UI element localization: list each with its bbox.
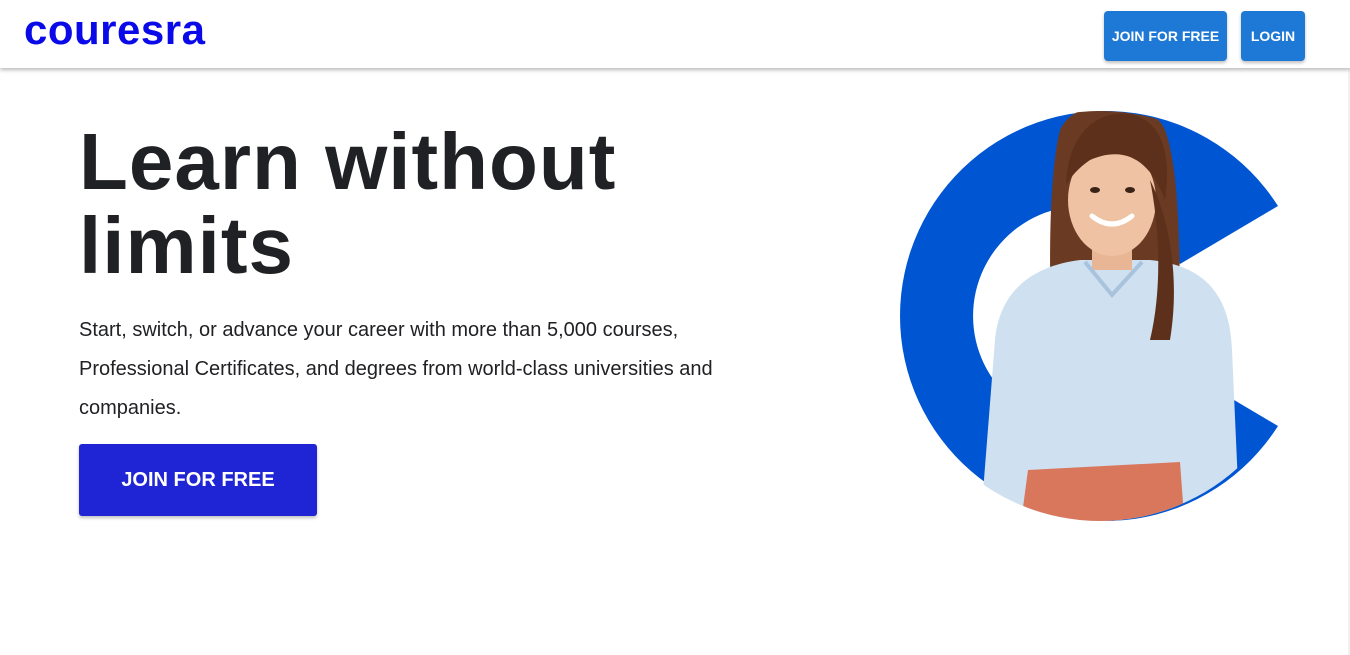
nav-join-button[interactable]: JOIN FOR FREE xyxy=(1104,11,1227,61)
nav-login-button[interactable]: LOGIN xyxy=(1241,11,1305,61)
hero-title: Learn without limits xyxy=(79,120,616,288)
smiling-woman-photo-icon xyxy=(900,111,1278,521)
hero-join-button[interactable]: JOIN FOR FREE xyxy=(79,444,317,516)
hero-title-line1: Learn without xyxy=(79,117,617,206)
top-navbar: couresra JOIN FOR FREE LOGIN xyxy=(0,0,1350,68)
site-logo[interactable]: couresra xyxy=(24,4,205,56)
hero-image xyxy=(880,90,1300,530)
hero-subtitle: Start, switch, or advance your career wi… xyxy=(79,319,713,419)
hero-title-line2: limits xyxy=(79,201,294,290)
